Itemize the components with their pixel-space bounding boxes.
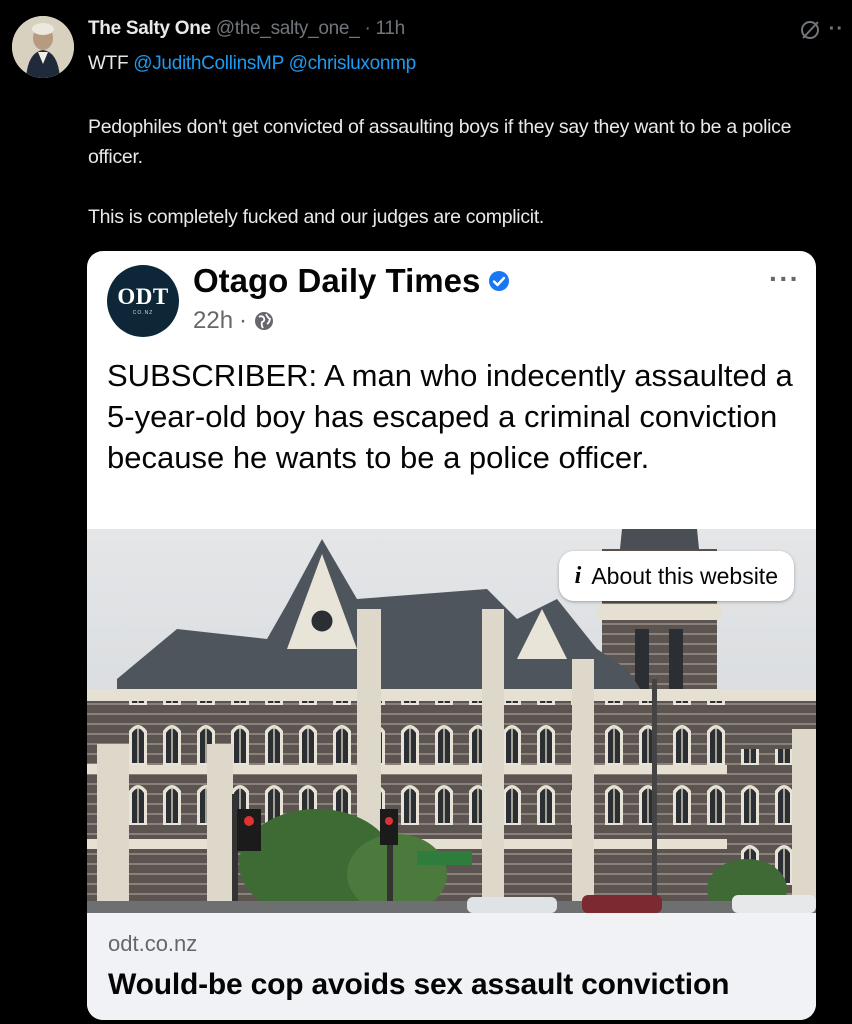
mention-link[interactable]: @chrisluxonmp: [289, 53, 417, 74]
page-name[interactable]: Otago Daily Times: [193, 262, 510, 300]
info-icon: i: [574, 562, 582, 589]
separator: ·: [239, 307, 248, 334]
author-name[interactable]: The Salty One: [88, 18, 211, 39]
verified-badge-icon: [489, 271, 510, 291]
post-more-button[interactable]: ···: [769, 263, 800, 295]
slashed-circle-icon[interactable]: [799, 19, 821, 41]
tweet-header: The Salty One @the_salty_one_ · 11h: [88, 17, 405, 41]
page-logo[interactable]: ODT CO.NZ: [107, 265, 179, 337]
about-label: About this website: [591, 562, 778, 589]
logo-subtext: CO.NZ: [132, 310, 154, 316]
tweet-time[interactable]: 11h: [375, 18, 405, 39]
post-text: SUBSCRIBER: A man who indecently assault…: [107, 358, 793, 475]
link-domain: odt.co.nz: [108, 931, 198, 956]
post-meta: 22h ·: [193, 307, 275, 335]
tweet-actions-top: ··: [799, 18, 844, 41]
post-photo[interactable]: i About this website: [87, 529, 816, 913]
tweet-paragraph: Pedophiles don't get convicted of assaul…: [88, 116, 792, 168]
author-handle[interactable]: @the_salty_one_: [216, 18, 360, 39]
link-headline: Would-be cop avoids sex assault convicti…: [108, 968, 730, 1001]
separator: ·: [364, 18, 371, 39]
tweet-body: Pedophiles don't get convicted of assaul…: [88, 112, 843, 232]
mention-link[interactable]: @JudithCollinsMP: [133, 53, 284, 74]
globe-icon: [255, 312, 274, 330]
tweet-reply-line: WTF @JudithCollinsMP @chrisluxonmp: [88, 52, 416, 76]
embedded-post-card[interactable]: ODT CO.NZ Otago Daily Times 22h · ··· SU…: [87, 251, 816, 1020]
author-avatar[interactable]: [12, 16, 74, 78]
portrait-image: [12, 16, 74, 78]
logo-text: ODT: [117, 284, 169, 309]
more-options-icon[interactable]: ··: [829, 18, 844, 41]
tweet-paragraph: This is completely fucked and our judges…: [88, 206, 545, 228]
reply-prefix: WTF: [88, 53, 129, 74]
post-time[interactable]: 22h: [193, 307, 233, 335]
page-name-text: Otago Daily Times: [193, 262, 481, 299]
about-this-website-button[interactable]: i About this website: [558, 551, 794, 601]
link-preview[interactable]: odt.co.nz Would-be cop avoids sex assaul…: [87, 913, 816, 1020]
